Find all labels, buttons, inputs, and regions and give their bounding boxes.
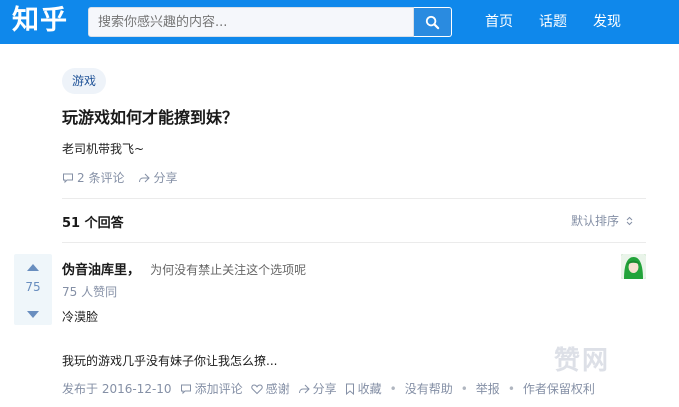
no-help-button[interactable]: 没有帮助 [405,380,453,397]
separator-dot: • [460,381,468,396]
answer-excerpt[interactable]: 我玩的游戏几乎没有妹子你让我怎么撩... [62,352,277,369]
author-bio: 为何没有禁止关注这个选项呢 [150,263,307,277]
answer-actions: 发布于 2016-12-10 添加评论 感谢 分享 收藏 • 没有帮助 • 举报… [62,380,595,397]
separator-dot: • [507,381,515,396]
answer-share-button[interactable]: 分享 [298,380,337,397]
vote-count: 75 [25,280,41,294]
thanks-label: 感谢 [265,382,290,396]
question-title: 玩游戏如何才能撩到妹？ [62,108,239,127]
nav-home[interactable]: 首页 [485,0,513,44]
avatar-image [621,254,646,279]
zhihu-logo[interactable]: 知乎 [12,2,68,40]
answer-text: 冷漠脸 [62,310,99,324]
thanks-button[interactable]: 感谢 [250,380,290,397]
question-actions: 2 条评论 分享 [62,169,177,186]
vote-box: 75 [14,254,52,325]
avatar[interactable] [621,254,646,279]
triangle-down-icon [27,310,39,318]
collect-label: 收藏 [357,382,382,396]
nav-topics[interactable]: 话题 [539,0,567,44]
share-icon [139,173,151,182]
copyright-notice: 作者保留权利 [522,382,595,396]
question-comments-label: 2 条评论 [77,171,125,185]
comment-icon [180,384,191,394]
sort-arrows-icon [626,216,633,225]
comment-icon [63,173,73,183]
answer-author: 伪音油库里， 为何没有禁止关注这个选项呢 [62,259,306,278]
answer-count: 51 个回答 [62,216,124,231]
report-button[interactable]: 举报 [476,380,500,397]
answer-share-label: 分享 [312,382,337,396]
top-navigation-bar: 知乎 首页 话题 发现 [0,0,679,44]
share-icon [298,384,310,393]
upvoters-count[interactable]: 75 人赞同 [62,283,117,300]
topic-tag[interactable]: 游戏 [62,68,107,94]
search-icon [425,15,440,29]
downvote-button[interactable] [14,303,52,325]
add-comment-label: 添加评论 [194,382,243,396]
divider [62,242,646,243]
bookmark-icon [345,383,354,395]
separator-dot: • [389,381,397,396]
add-comment-button[interactable]: 添加评论 [180,380,243,397]
question-detail: 老司机带我飞~ [62,142,145,156]
heart-icon [250,383,263,394]
divider [62,198,646,199]
triangle-up-icon [27,263,39,271]
author-name[interactable]: 伪音油库里， [62,263,140,278]
question-comments-link[interactable]: 2 条评论 [62,169,124,186]
search-input[interactable] [88,7,414,37]
publish-date[interactable]: 发布于 2016-12-10 [62,380,172,397]
nav-explore[interactable]: 发现 [593,0,621,44]
sort-dropdown[interactable]: 默认排序 [571,212,633,229]
question-share-label: 分享 [153,171,178,185]
search-button[interactable] [414,7,452,37]
upvote-button[interactable] [14,254,52,280]
collect-button[interactable]: 收藏 [345,380,382,397]
question-share-link[interactable]: 分享 [138,169,177,186]
sort-label: 默认排序 [571,214,620,228]
